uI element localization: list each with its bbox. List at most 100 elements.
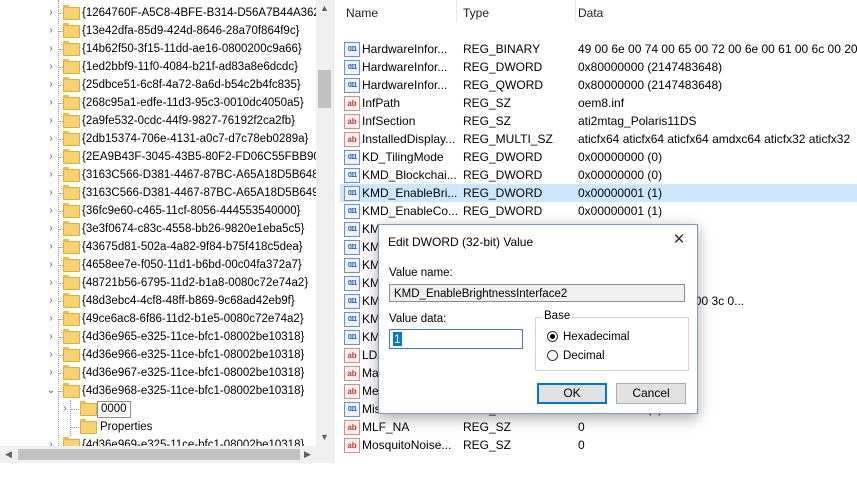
tree-item-0000[interactable]: › 0000	[0, 400, 316, 436]
tree-item[interactable]: ⌄ {4d36e968-e325-11ce-bfc1-08002be10318}	[0, 382, 316, 400]
chevron-right-icon[interactable]: ›	[46, 94, 56, 112]
string-icon: ab	[344, 96, 360, 111]
value-type: REG_QWORD	[463, 78, 544, 92]
chevron-down-icon[interactable]: ⌄	[46, 382, 56, 400]
value-name: KMD_Blockchai...	[362, 168, 457, 182]
value-row[interactable]: 011 KD_TilingMode REG_DWORD 0x00000000 (0)	[340, 148, 857, 166]
tree-scroll-thumb[interactable]	[318, 70, 331, 108]
chevron-right-icon[interactable]: ›	[46, 148, 56, 166]
tree-item[interactable]: › {2EA9B43F-3045-43B5-80F2-FD06C55FBB90}	[0, 148, 324, 166]
column-header-type[interactable]: Type	[457, 0, 576, 22]
scroll-left-icon[interactable]: ◀	[0, 446, 17, 463]
binary-icon: 011	[344, 150, 360, 165]
value-row[interactable]: ab MosquitoNoise... REG_SZ 0	[340, 436, 857, 454]
value-row[interactable]: ab InfSection REG_SZ ati2mtag_Polaris11DS	[340, 112, 857, 130]
chevron-right-icon[interactable]: ›	[46, 274, 56, 292]
chevron-right-icon[interactable]: ›	[46, 328, 56, 346]
value-name: HardwareInfor...	[362, 60, 448, 74]
tree-item[interactable]: › {13e42dfa-85d9-424d-8646-28a70f864f9c}	[0, 22, 316, 40]
tree-item[interactable]: › {4d36e967-e325-11ce-bfc1-08002be10318}	[0, 364, 316, 382]
chevron-right-icon[interactable]: ›	[46, 256, 56, 274]
tree-item[interactable]: › {2db15374-706e-4131-a0c7-d7c78eb0289a}	[0, 130, 316, 148]
value-name: KMD_EnableCo...	[362, 204, 457, 218]
value-type: REG_SZ	[463, 96, 512, 110]
scroll-up-icon[interactable]: ▲	[316, 0, 333, 17]
chevron-right-icon[interactable]: ›	[46, 220, 56, 238]
chevron-right-icon[interactable]: ›	[46, 364, 56, 382]
tree-item[interactable]: › {43675d81-502a-4a82-9f84-b75f418c5dea}	[0, 238, 316, 256]
tree-item[interactable]: › {48721b56-6795-11d2-b1a8-0080c72e74a2}	[0, 274, 316, 292]
value-data: 0x80000000 (2147483648)	[578, 60, 723, 74]
value-data: ati2mtag_Polaris11DS	[578, 114, 697, 128]
tree-item[interactable]: › {3e3f0674-c83c-4558-bb26-9820e1eba5c5}	[0, 220, 316, 238]
folder-icon	[63, 167, 80, 182]
value-row[interactable]: ab MLF_NA REG_SZ 0	[340, 418, 857, 436]
tree-item[interactable]: › {49ce6ac8-6f86-11d2-b1e5-0080c72e74a2}	[0, 310, 316, 328]
folder-icon	[63, 383, 80, 398]
tree-item[interactable]: › {4d36e966-e325-11ce-bfc1-08002be10318}	[0, 346, 316, 364]
tree-item[interactable]: › {36fc9e60-c465-11cf-8056-444553540000}	[0, 202, 316, 220]
value-row[interactable]: 011 KMD_Blockchai... REG_DWORD 0x00000000 (…	[340, 166, 857, 184]
folder-icon	[63, 311, 80, 326]
chevron-right-icon[interactable]: ›	[46, 238, 56, 256]
dialog-title: Edit DWORD (32-bit) Value	[388, 235, 534, 249]
chevron-right-icon[interactable]: ›	[46, 76, 56, 94]
chevron-right-icon[interactable]: ›	[46, 58, 56, 76]
folder-icon	[63, 329, 80, 344]
tree-item[interactable]: › {48d3ebc4-4cf8-48ff-b869-9c68ad42eb9f}	[0, 292, 316, 310]
value-row[interactable]: 011 KMD_EnableCo... REG_DWORD 0x00000001 (1…	[340, 202, 857, 220]
folder-icon	[63, 203, 80, 218]
chevron-right-icon[interactable]: ›	[46, 4, 56, 22]
value-row[interactable]: 011 HardwareInfor... REG_BINARY 49 00 6e 00…	[340, 40, 857, 58]
chevron-right-icon[interactable]: ›	[46, 40, 56, 58]
tree-horizontal-scrollbar[interactable]: ◀ ▶	[0, 446, 333, 463]
tree-item-label: {1ed2bbf9-11f0-4084-b21f-ad83a8e6dcdc}	[82, 61, 298, 73]
tree-item-label: {49ce6ac8-6f86-11d2-b1e5-0080c72e74a2}	[82, 313, 304, 325]
chevron-right-icon[interactable]: ›	[46, 166, 56, 184]
pane-splitter[interactable]	[333, 0, 340, 463]
tree-item[interactable]: › {14b62f50-3f15-11dd-ae16-0800200c9a66}	[0, 40, 316, 58]
chevron-right-icon[interactable]: ›	[46, 292, 56, 310]
string-icon: ab	[344, 420, 360, 435]
tree-item[interactable]: › {3163C566-D381-4467-87BC-A65A18D5B649}	[0, 184, 322, 202]
value-data-input[interactable]: 1	[389, 329, 523, 349]
tree-item[interactable]: › {4658ee7e-f050-11d1-b6bd-00c04fa372a7}	[0, 256, 316, 274]
value-row[interactable]: 011 HardwareInfor... REG_DWORD 0x80000000 (…	[340, 58, 857, 76]
cancel-button[interactable]: Cancel	[616, 383, 686, 404]
tree-vertical-scrollbar[interactable]: ▲ ▼	[316, 0, 333, 446]
chevron-right-icon[interactable]: ›	[60, 400, 70, 418]
tree-item[interactable]: › {3163C566-D381-4467-87BC-A65A18D5B648}	[0, 166, 322, 184]
close-icon[interactable]: ✕	[670, 231, 688, 249]
value-row[interactable]: 011 HardwareInfor... REG_QWORD 0x80000000 (…	[340, 76, 857, 94]
chevron-right-icon[interactable]: ›	[46, 22, 56, 40]
tree-item[interactable]: › {1ed2bbf9-11f0-4084-b21f-ad83a8e6dcdc}	[0, 58, 316, 76]
tree-item[interactable]: › {268c95a1-edfe-11d3-95c3-0010dc4050a5}	[0, 94, 316, 112]
registry-key-tree[interactable]: › {1264760F-A5C8-4BFE-B314-D56A7B44A362} ›…	[0, 0, 333, 463]
tree-item[interactable]: › {25dbce51-6c8f-4a72-8a6d-b54c2b4fc835}	[0, 76, 316, 94]
folder-icon	[63, 77, 80, 92]
tree-item[interactable]: › {4d36e965-e325-11ce-bfc1-08002be10318}	[0, 328, 316, 346]
value-row[interactable]: ab InstalledDisplay... REG_MULTI_SZ aticfx6…	[340, 130, 857, 148]
ok-button[interactable]: OK	[537, 383, 607, 404]
chevron-right-icon[interactable]: ›	[46, 112, 56, 130]
tree-item-properties[interactable]: Properties	[0, 418, 316, 436]
column-header-data[interactable]: Data	[572, 0, 857, 22]
tree-hscroll-thumb[interactable]	[18, 449, 300, 460]
radio-decimal-label: Decimal	[563, 350, 605, 362]
tree-item[interactable]: › {1264760F-A5C8-4BFE-B314-D56A7B44A362}	[0, 4, 324, 22]
tree-item[interactable]: › {2a9fe532-0cdc-44f9-9827-76192f2ca2fb}	[0, 112, 316, 130]
chevron-right-icon[interactable]: ›	[46, 310, 56, 328]
value-data: 0	[578, 438, 585, 452]
value-row[interactable]: 011 KMD_EnableBri... REG_DWORD 0x00000001 (…	[340, 184, 857, 202]
chevron-right-icon[interactable]: ›	[46, 346, 56, 364]
scroll-down-icon[interactable]: ▼	[316, 429, 333, 446]
scroll-right-icon[interactable]: ▶	[299, 446, 316, 463]
column-header-name[interactable]: Name	[340, 0, 457, 22]
chevron-right-icon[interactable]: ›	[46, 202, 56, 220]
value-name: KD_TilingMode	[362, 150, 444, 164]
chevron-right-icon[interactable]: ›	[46, 130, 56, 148]
chevron-right-icon[interactable]: ›	[46, 184, 56, 202]
tree-item-label: {25dbce51-6c8f-4a72-8a6d-b54c2b4fc835}	[82, 79, 301, 91]
folder-icon	[63, 149, 80, 164]
value-row[interactable]: ab InfPath REG_SZ oem8.inf	[340, 94, 857, 112]
